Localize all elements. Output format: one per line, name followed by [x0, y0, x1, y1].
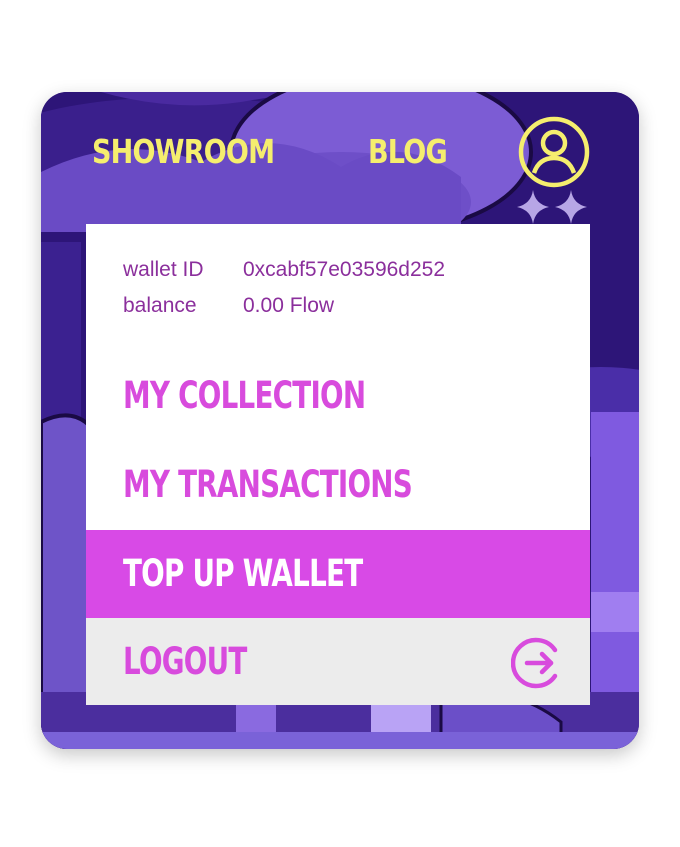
menu-item-my-collection[interactable]: MY COLLECTION [86, 352, 590, 440]
logout-arrow-icon [511, 637, 558, 689]
menu-item-label: LOGOUT [123, 640, 247, 683]
balance-value: 0.00 Flow [243, 294, 335, 317]
nav-showroom-link[interactable]: SHOWROOM [92, 132, 275, 172]
menu-item-top-up-wallet[interactable]: TOP UP WALLET [86, 530, 590, 618]
wallet-id-row: wallet ID 0xcabf57e03596d252 [123, 257, 445, 283]
menu-item-my-transactions[interactable]: MY TRANSACTIONS [86, 441, 590, 529]
nav-blog-link[interactable]: BLOG [368, 132, 448, 172]
sparkles-icon [517, 190, 587, 224]
account-dropdown-menu: wallet ID 0xcabf57e03596d252 balance 0.00 … [86, 224, 590, 705]
app-card: SHOWROOM BLOG wallet ID 0xcabf57e03596d25… [41, 92, 639, 749]
balance-label: balance [123, 294, 197, 317]
menu-item-label: MY TRANSACTIONS [123, 463, 413, 506]
menu-item-label: TOP UP WALLET [123, 552, 363, 595]
balance-row: balance 0.00 Flow [123, 293, 334, 319]
wallet-id-label: wallet ID [123, 258, 204, 281]
wallet-id-value: 0xcabf57e03596d252 [243, 258, 446, 281]
user-circle-icon[interactable] [517, 115, 591, 189]
menu-item-label: MY COLLECTION [123, 374, 366, 417]
menu-item-logout[interactable]: LOGOUT [86, 618, 590, 705]
